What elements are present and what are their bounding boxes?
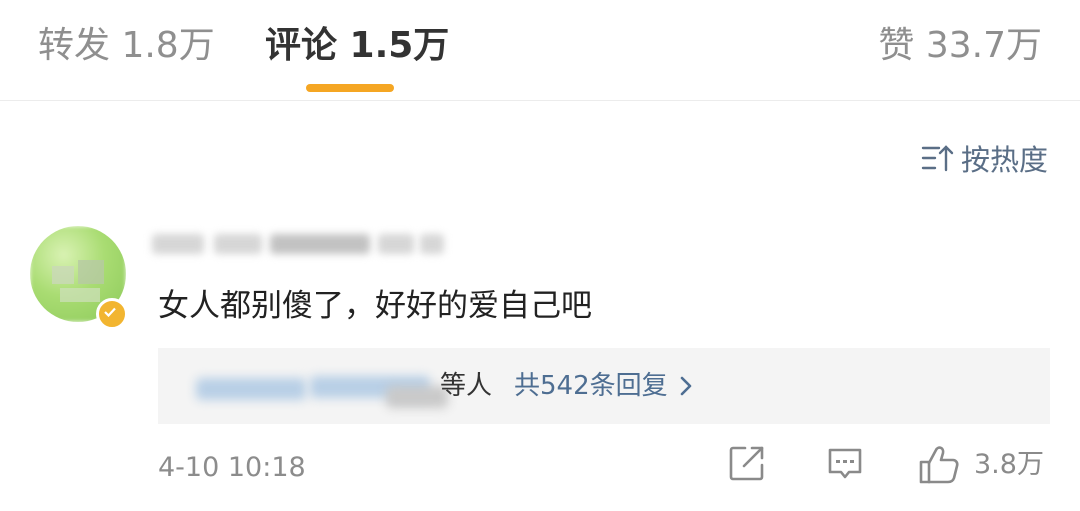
tab-likes[interactable]: 赞 33.7万	[878, 22, 1042, 70]
username-blurred[interactable]	[152, 226, 472, 262]
active-tab-indicator	[306, 84, 394, 92]
comment-timestamp: 4-10 10:18	[158, 452, 306, 483]
verified-badge-icon	[96, 298, 128, 330]
tab-comments[interactable]: 评论 1.5万	[265, 22, 449, 70]
share-icon	[729, 446, 764, 481]
share-button[interactable]	[728, 444, 766, 482]
replies-preview[interactable]: 等人 共542条回复	[158, 348, 1050, 424]
like-count: 3.8万	[974, 449, 1044, 480]
reply-count-link[interactable]: 共542条回复	[514, 368, 668, 404]
reply-others-text: 等人	[440, 371, 493, 401]
comment-text: 女人都别傻了，好好的爱自己吧	[158, 288, 592, 324]
comment-button[interactable]	[826, 444, 864, 482]
sort-label: 按热度	[960, 143, 1048, 177]
chevron-right-icon	[680, 376, 692, 396]
like-button[interactable]: 3.8万	[918, 444, 1044, 486]
comment-icon	[828, 448, 862, 479]
reply-usernames-blurred	[186, 372, 454, 408]
sort-toggle[interactable]: 按热度	[921, 138, 1048, 178]
thumbs-up-icon	[919, 446, 959, 484]
tab-repost[interactable]: 转发 1.8万	[38, 22, 215, 70]
tab-bar: 转发 1.8万 评论 1.5万 赞 33.7万	[0, 0, 1080, 101]
sort-icon	[921, 145, 954, 172]
